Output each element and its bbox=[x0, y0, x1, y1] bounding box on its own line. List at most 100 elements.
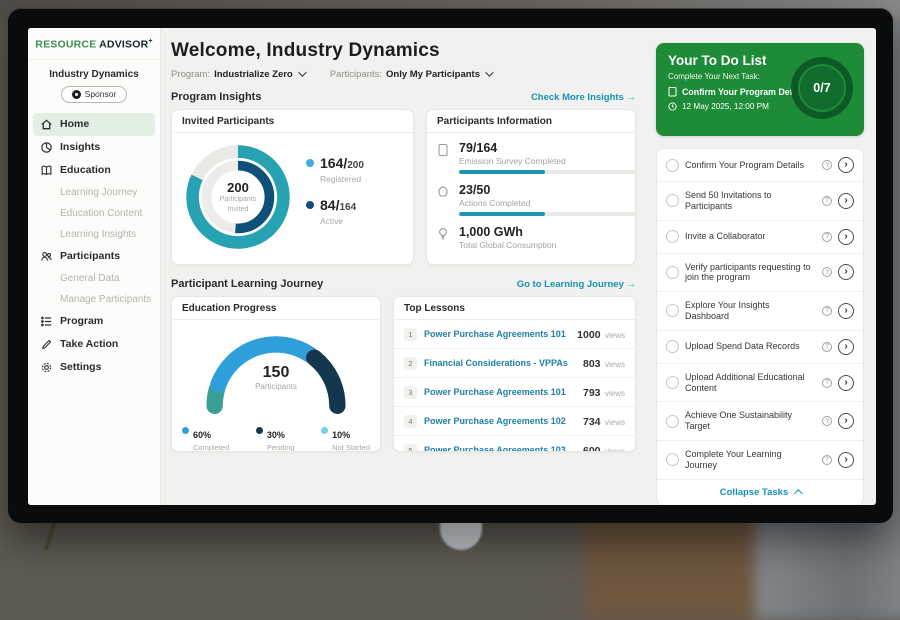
lesson-row: 5 Power Purchase Agreements 103 600 view… bbox=[394, 436, 635, 452]
sidebar-item-insights[interactable]: Insights bbox=[28, 136, 160, 159]
task-chevron-button[interactable]: › bbox=[838, 303, 854, 319]
task-chevron-button[interactable]: › bbox=[838, 452, 854, 468]
sidebar-item-participants[interactable]: Participants bbox=[28, 245, 160, 268]
chevron-down-icon bbox=[298, 68, 306, 76]
info-icon[interactable]: ? bbox=[822, 378, 832, 388]
info-icon[interactable]: ? bbox=[822, 267, 832, 277]
task-chevron-button[interactable]: › bbox=[838, 157, 854, 173]
info-icon[interactable]: ? bbox=[822, 455, 832, 465]
lesson-link[interactable]: Power Purchase Agreements 101 bbox=[424, 329, 570, 339]
task-checkbox[interactable] bbox=[666, 415, 679, 428]
insights-icon bbox=[40, 141, 53, 154]
clipboard-icon bbox=[668, 86, 677, 97]
task-row[interactable]: Send 50 Invitations to Participants ? › bbox=[657, 182, 863, 221]
info-icon[interactable]: ? bbox=[822, 416, 832, 426]
learning-journey-title: Participant Learning Journey bbox=[171, 278, 323, 290]
go-to-learning-journey-link[interactable]: Go to Learning Journey → bbox=[517, 279, 636, 290]
sponsor-badge[interactable]: Sponsor bbox=[61, 86, 127, 103]
chevron-down-icon bbox=[485, 68, 493, 76]
education-gauge-chart: 150 Participants bbox=[190, 326, 362, 421]
participants-icon bbox=[40, 250, 53, 263]
todo-next-task: Confirm Your Program Details bbox=[682, 87, 807, 97]
task-checkbox[interactable] bbox=[666, 194, 679, 207]
arrow-right-icon: → bbox=[627, 279, 637, 290]
gear-icon bbox=[40, 361, 53, 374]
task-chevron-button[interactable]: › bbox=[838, 339, 854, 355]
home-icon bbox=[40, 118, 53, 131]
check-more-insights-link[interactable]: Check More Insights → bbox=[531, 92, 636, 103]
task-checkbox[interactable] bbox=[666, 376, 679, 389]
legend-dot bbox=[256, 427, 263, 434]
task-checkbox[interactable] bbox=[666, 340, 679, 353]
program-filter[interactable]: Program:Industrialize Zero bbox=[171, 69, 304, 80]
legend-dot bbox=[306, 201, 314, 209]
task-checkbox[interactable] bbox=[666, 453, 679, 466]
sponsor-icon bbox=[72, 90, 81, 99]
sidebar-item-program[interactable]: Program bbox=[28, 310, 160, 333]
info-icon[interactable]: ? bbox=[822, 306, 832, 316]
lesson-link[interactable]: Financial Considerations - VPPAs bbox=[424, 358, 576, 368]
task-chevron-button[interactable]: › bbox=[838, 229, 854, 245]
task-checkbox[interactable] bbox=[666, 266, 679, 279]
legend-dot bbox=[321, 427, 328, 434]
collapse-tasks-link[interactable]: Collapse Tasks bbox=[657, 480, 863, 505]
sidebar-item-settings[interactable]: Settings bbox=[28, 356, 160, 379]
task-row[interactable]: Explore Your Insights Dashboard ? › bbox=[657, 292, 863, 331]
app-logo: RESOURCE ADVISOR+ bbox=[28, 38, 160, 60]
task-checkbox[interactable] bbox=[666, 304, 679, 317]
sidebar-item-general-data[interactable]: General Data bbox=[28, 268, 160, 289]
sidebar-item-education[interactable]: Education bbox=[28, 159, 160, 182]
logo-plus: + bbox=[148, 38, 152, 45]
progress-bar bbox=[459, 212, 636, 216]
stat-total-consumption: 1,000 GWh Total Global Consumption bbox=[437, 225, 625, 254]
education-legend: 60%Completed 30%Pending 10%Not Started bbox=[178, 421, 374, 452]
top-lessons-card: Top Lessons 1 Power Purchase Agreements … bbox=[393, 296, 636, 452]
sidebar: RESOURCE ADVISOR+ Industry Dynamics Spon… bbox=[28, 28, 161, 505]
gauge-count: 150 bbox=[190, 364, 362, 382]
task-chevron-button[interactable]: › bbox=[838, 264, 854, 280]
logo-resource: RESOURCE bbox=[35, 39, 96, 51]
lesson-link[interactable]: Power Purchase Agreements 103 bbox=[424, 445, 576, 452]
todo-progress-ring: 0/7 bbox=[791, 57, 853, 119]
legend-registered: 164/200 Registered bbox=[306, 155, 364, 184]
sidebar-nav: Home Insights Education Learning Journey… bbox=[28, 113, 160, 379]
info-icon[interactable]: ? bbox=[822, 160, 832, 170]
book-icon bbox=[40, 164, 53, 177]
task-row[interactable]: Invite a Collaborator ? › bbox=[657, 221, 863, 254]
invited-donut-chart: 200 ParticipantsInvited bbox=[180, 139, 296, 255]
lesson-link[interactable]: Power Purchase Agreements 102 bbox=[424, 416, 576, 426]
right-column: Your To Do List Complete Your Next Task:… bbox=[648, 28, 876, 505]
participants-information-card: Participants Information 79/164 Emission… bbox=[426, 109, 636, 265]
filter-bar: Program:Industrialize Zero Participants:… bbox=[171, 69, 636, 80]
task-checkbox[interactable] bbox=[666, 230, 679, 243]
stat-emission-survey: 79/164 Emission Survey Completed bbox=[437, 141, 625, 174]
task-chevron-button[interactable]: › bbox=[838, 413, 854, 429]
task-chevron-button[interactable]: › bbox=[838, 193, 854, 209]
lesson-row: 2 Financial Considerations - VPPAs 803 v… bbox=[394, 349, 635, 378]
bulb-icon bbox=[437, 225, 451, 254]
sidebar-item-learning-insights[interactable]: Learning Insights bbox=[28, 224, 160, 245]
lesson-link[interactable]: Power Purchase Agreements 101 bbox=[424, 387, 576, 397]
legend-dot bbox=[306, 159, 314, 167]
sidebar-item-home[interactable]: Home bbox=[33, 113, 155, 136]
task-row[interactable]: Complete Your Learning Journey ? › bbox=[657, 441, 863, 480]
list-icon bbox=[40, 315, 53, 328]
info-icon[interactable]: ? bbox=[822, 342, 832, 352]
task-row[interactable]: Upload Spend Data Records ? › bbox=[657, 331, 863, 364]
task-chevron-button[interactable]: › bbox=[838, 375, 854, 391]
invited-legend: 164/200 Registered 84/164 Active bbox=[306, 155, 364, 239]
sidebar-item-manage-participants[interactable]: Manage Participants bbox=[28, 289, 160, 310]
org-name: Industry Dynamics bbox=[28, 69, 160, 80]
task-row[interactable]: Achieve One Sustainability Target ? › bbox=[657, 402, 863, 441]
task-checkbox[interactable] bbox=[666, 159, 679, 172]
task-row[interactable]: Upload Additional Educational Content ? … bbox=[657, 364, 863, 403]
task-row[interactable]: Confirm Your Program Details ? › bbox=[657, 149, 863, 182]
sidebar-item-learning-journey[interactable]: Learning Journey bbox=[28, 182, 160, 203]
sidebar-item-take-action[interactable]: Take Action bbox=[28, 333, 160, 356]
task-row[interactable]: Verify participants requesting to join t… bbox=[657, 254, 863, 293]
card-title: Top Lessons bbox=[394, 297, 635, 320]
sidebar-item-education-content[interactable]: Education Content bbox=[28, 203, 160, 224]
info-icon[interactable]: ? bbox=[822, 232, 832, 242]
participants-filter[interactable]: Participants:Only My Participants bbox=[330, 69, 491, 80]
info-icon[interactable]: ? bbox=[822, 196, 832, 206]
